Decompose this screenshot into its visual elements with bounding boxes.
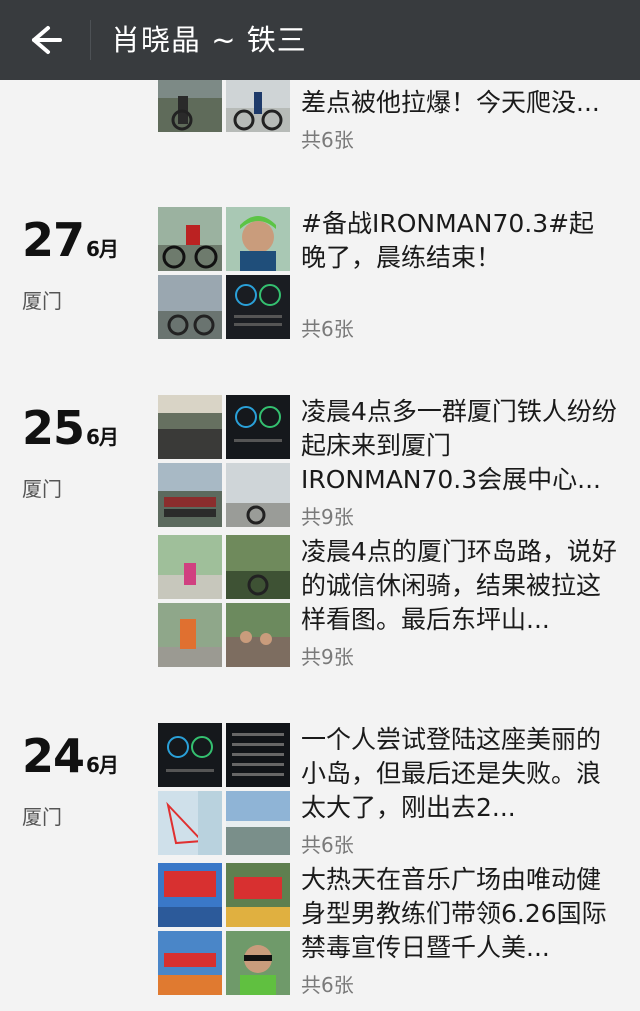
- photo-thumbnail[interactable]: [158, 275, 222, 339]
- date-month: 6月: [86, 237, 119, 261]
- post-text: 凌晨4点的厦门环岛路，说好的诚信休闲骑，结果被拉这样看图。最后东坪山...: [301, 537, 617, 634]
- page-title: 肖晓晶 ~ 铁三: [111, 23, 307, 57]
- album-feed[interactable]: 差点被他拉爆！今天爬没... 共6张 27 6月 厦门 #备战IRONMAN70.…: [0, 80, 640, 1011]
- post-text: 大热天在音乐广场由唯动健身型男教练们带领6.26国际禁毒宣传日暨千人美...: [301, 865, 607, 962]
- photo-count: 共9张: [301, 645, 354, 669]
- photo-thumbnail[interactable]: [226, 395, 290, 459]
- photo-thumbnail[interactable]: [158, 931, 222, 995]
- date-month: 6月: [86, 425, 119, 449]
- photo-count: 共6张: [301, 317, 354, 341]
- photo-thumbnail[interactable]: [158, 791, 222, 855]
- date-day: 27: [22, 213, 85, 267]
- top-bar: 肖晓晶 ~ 铁三: [0, 0, 640, 80]
- date-day: 25: [22, 401, 85, 455]
- photo-thumbnail[interactable]: [158, 395, 222, 459]
- post-text: #备战IRONMAN70.3#起晚了，晨练结束！: [301, 209, 595, 272]
- date-month: 6月: [86, 753, 119, 777]
- photo-count: 共6张: [301, 833, 354, 857]
- post-text: 差点被他拉爆！今天爬没...: [301, 88, 600, 117]
- photo-thumbnail[interactable]: [158, 603, 222, 667]
- post-date: 24 6月 厦门: [22, 729, 119, 830]
- photo-thumbnail[interactable]: [158, 535, 222, 599]
- header-divider: [90, 20, 91, 60]
- post-thumbnails[interactable]: [158, 80, 290, 200]
- post-text: 凌晨4点多一群厦门铁人纷纷起床来到厦门IRONMAN70.3会展中心...: [301, 397, 617, 494]
- photo-thumbnail[interactable]: [226, 535, 290, 599]
- photo-thumbnail[interactable]: [226, 207, 290, 271]
- photo-thumbnail[interactable]: [158, 863, 222, 927]
- photo-thumbnail[interactable]: [158, 463, 222, 527]
- post-thumbnails[interactable]: [158, 207, 290, 339]
- photo-thumbnail[interactable]: [226, 275, 290, 339]
- post-thumbnails[interactable]: [158, 395, 290, 527]
- photo-thumbnail[interactable]: [226, 931, 290, 995]
- post-thumbnails[interactable]: [158, 863, 290, 995]
- post-thumbnails[interactable]: [158, 535, 290, 667]
- post-thumbnails[interactable]: [158, 723, 290, 855]
- photo-thumbnail[interactable]: [226, 791, 290, 855]
- photo-thumbnail[interactable]: [158, 80, 222, 132]
- photo-count: 共9张: [301, 505, 354, 529]
- photo-thumbnail[interactable]: [226, 80, 290, 132]
- post-text: 一个人尝试登陆这座美丽的小岛，但最后还是失败。浪太大了，刚出去2...: [301, 725, 602, 822]
- photo-thumbnail[interactable]: [226, 463, 290, 527]
- back-button[interactable]: [20, 18, 66, 62]
- date-day: 24: [22, 729, 85, 783]
- post-location: 厦门: [22, 805, 62, 829]
- post-location: 厦门: [22, 289, 62, 313]
- photo-thumbnail[interactable]: [158, 723, 222, 787]
- post-location: 厦门: [22, 477, 62, 501]
- photo-count: 共6张: [301, 973, 354, 997]
- photo-thumbnail[interactable]: [226, 863, 290, 927]
- photo-thumbnail[interactable]: [226, 603, 290, 667]
- photo-thumbnail[interactable]: [226, 723, 290, 787]
- post-date: 25 6月 厦门: [22, 401, 119, 502]
- post-date: 27 6月 厦门: [22, 213, 119, 314]
- photo-thumbnail[interactable]: [158, 207, 222, 271]
- arrow-left-icon: [32, 26, 62, 54]
- photo-count: 共6张: [301, 128, 354, 152]
